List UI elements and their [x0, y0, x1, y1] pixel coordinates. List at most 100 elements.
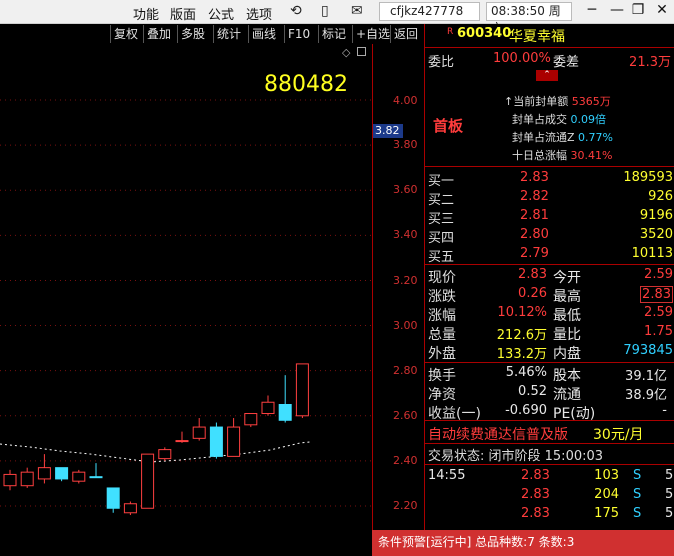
- phone-icon[interactable]: ▯: [321, 3, 329, 19]
- f10-button[interactable]: F10: [284, 25, 310, 43]
- restore-window-button[interactable]: ❐: [628, 2, 648, 18]
- tick-row: 2.83 175 S 5: [425, 506, 674, 525]
- stat-label: 最高: [553, 289, 581, 305]
- kline-chart[interactable]: [0, 44, 372, 530]
- bid-volume: 10113: [631, 246, 673, 261]
- tick-flag: S: [633, 506, 642, 521]
- weibi-value: 100.00%: [493, 51, 551, 66]
- stock-header[interactable]: R 600340 华夏幸福: [425, 26, 674, 45]
- tick-time: 14:55: [428, 468, 466, 483]
- stat-label: 量比: [553, 327, 581, 343]
- stats-row: 外盘 133.2万 内盘 793845: [425, 343, 674, 362]
- tick-flag: S: [633, 487, 642, 502]
- stats-row: 涨幅 10.12% 最低 2.59: [425, 305, 674, 324]
- candle: [261, 395, 275, 416]
- minimize-window-button[interactable]: —: [607, 2, 627, 18]
- tick-volume: 204: [594, 487, 619, 502]
- y-tick: 3.40: [393, 228, 418, 241]
- stat-value: 38.9亿: [625, 388, 667, 403]
- y-tick: 3.80: [393, 138, 418, 151]
- divider: [425, 166, 674, 167]
- refresh-icon[interactable]: ⟲: [290, 3, 302, 19]
- divider: [425, 47, 674, 48]
- tick-price: 2.83: [521, 506, 550, 521]
- tick-price: 2.83: [521, 468, 550, 483]
- bid-volume: 3520: [639, 227, 673, 242]
- board-stat-label: 当前封单额: [513, 95, 569, 108]
- candle: [123, 501, 137, 516]
- weicha-label: 委差: [553, 55, 580, 70]
- y-tick: 3.20: [393, 274, 418, 287]
- current-price-tag: 3.82: [373, 124, 403, 138]
- candle-body: [175, 440, 189, 443]
- candle-body: [227, 426, 241, 457]
- candle-body: [278, 404, 292, 421]
- menu-options[interactable]: 选项: [246, 4, 272, 23]
- alert-status-text: 条件预警[运行中] 总品种数:7 条数:3: [378, 535, 575, 549]
- user-account[interactable]: cfjkz427778: [379, 2, 480, 21]
- divider: [425, 443, 674, 444]
- board-stat-label: 封单占流通Z: [512, 131, 575, 144]
- candle-body: [37, 467, 51, 480]
- bid-row[interactable]: 买三 2.81 9196: [425, 208, 674, 227]
- bid-volume: 189593: [623, 170, 673, 185]
- candle-body: [20, 471, 34, 487]
- multi-stock-button[interactable]: 多股: [177, 25, 205, 43]
- board-stat-label: 十日总涨幅: [512, 149, 567, 162]
- bid-label: 买五: [428, 250, 455, 265]
- stats-row: 总量 212.6万 量比 1.75: [425, 324, 674, 343]
- stat-label: 现价: [428, 270, 456, 286]
- back-button[interactable]: 返回: [390, 25, 418, 43]
- divider: [425, 464, 674, 465]
- y-tick: 4.00: [393, 94, 418, 107]
- draw-line-button[interactable]: 画线: [248, 25, 276, 43]
- candle: [278, 375, 292, 423]
- stat-value: 0.52: [518, 384, 547, 399]
- bid-row[interactable]: 买一 2.83 189593: [425, 170, 674, 189]
- candle: [295, 363, 309, 419]
- moving-average-line: [0, 441, 311, 463]
- tick-volume: 103: [594, 468, 619, 483]
- diamond-icon[interactable]: ◇: [342, 46, 350, 59]
- menu-function[interactable]: 功能: [133, 4, 159, 23]
- message-icon[interactable]: ✉: [351, 3, 363, 19]
- fuquan-button[interactable]: 复权: [110, 25, 138, 43]
- promo-row[interactable]: 自动续费通达信普及版 30元/月: [425, 424, 674, 443]
- stat-label: 涨跌: [428, 289, 456, 305]
- stats-row: 换手 5.46% 股本 39.1亿: [425, 365, 674, 384]
- overlay-button[interactable]: 叠加: [143, 25, 171, 43]
- add-watchlist-button[interactable]: +自选: [352, 25, 390, 43]
- chart-status-area: [0, 530, 372, 556]
- close-window-button[interactable]: ✕: [652, 2, 672, 18]
- board-stats: ↑当前封单额 5365万 封单占成交 0.09倍 封单占流通Z 0.77% 十日…: [504, 93, 674, 165]
- bid-label: 买二: [428, 193, 455, 208]
- statistics-button[interactable]: 统计: [213, 25, 241, 43]
- trade-status-row: 交易状态: 闭市阶段 15:00:03: [425, 445, 674, 464]
- menu-formula[interactable]: 公式: [208, 4, 234, 23]
- stat-value: 133.2万: [496, 347, 547, 362]
- minimize-icon[interactable]: ─: [582, 2, 602, 18]
- square-icon[interactable]: [357, 47, 366, 56]
- tick-extra: 5: [665, 487, 674, 502]
- weibi-row: 委比 100.00% 委差 21.3万: [425, 51, 674, 70]
- menu-layout[interactable]: 版面: [170, 4, 196, 23]
- stat-label: 总量: [428, 327, 456, 343]
- stat-label: 涨幅: [428, 308, 456, 324]
- stat-value: -: [662, 403, 667, 418]
- bid-row[interactable]: 买四 2.80 3520: [425, 227, 674, 246]
- board-label: 首板: [433, 117, 464, 135]
- alert-status-bar[interactable]: 条件预警[运行中] 总品种数:7 条数:3: [372, 530, 674, 556]
- index-code-label: 880482: [264, 72, 348, 97]
- y-tick: 2.60: [393, 409, 418, 422]
- tick-extra: 5: [665, 506, 674, 521]
- mark-button[interactable]: 标记: [318, 25, 346, 43]
- promo-text[interactable]: 自动续费通达信普及版: [428, 424, 568, 444]
- arrow-up-icon: ↑: [504, 95, 514, 108]
- bid-row[interactable]: 买二 2.82 926: [425, 189, 674, 208]
- promo-price[interactable]: 30元/月: [593, 424, 644, 444]
- tick-extra: 5: [665, 468, 674, 483]
- bid-row[interactable]: 买五 2.79 10113: [425, 246, 674, 265]
- tick-flag: S: [633, 468, 642, 483]
- collapse-icon[interactable]: ⌃: [536, 70, 558, 81]
- stat-label: 今开: [553, 270, 581, 286]
